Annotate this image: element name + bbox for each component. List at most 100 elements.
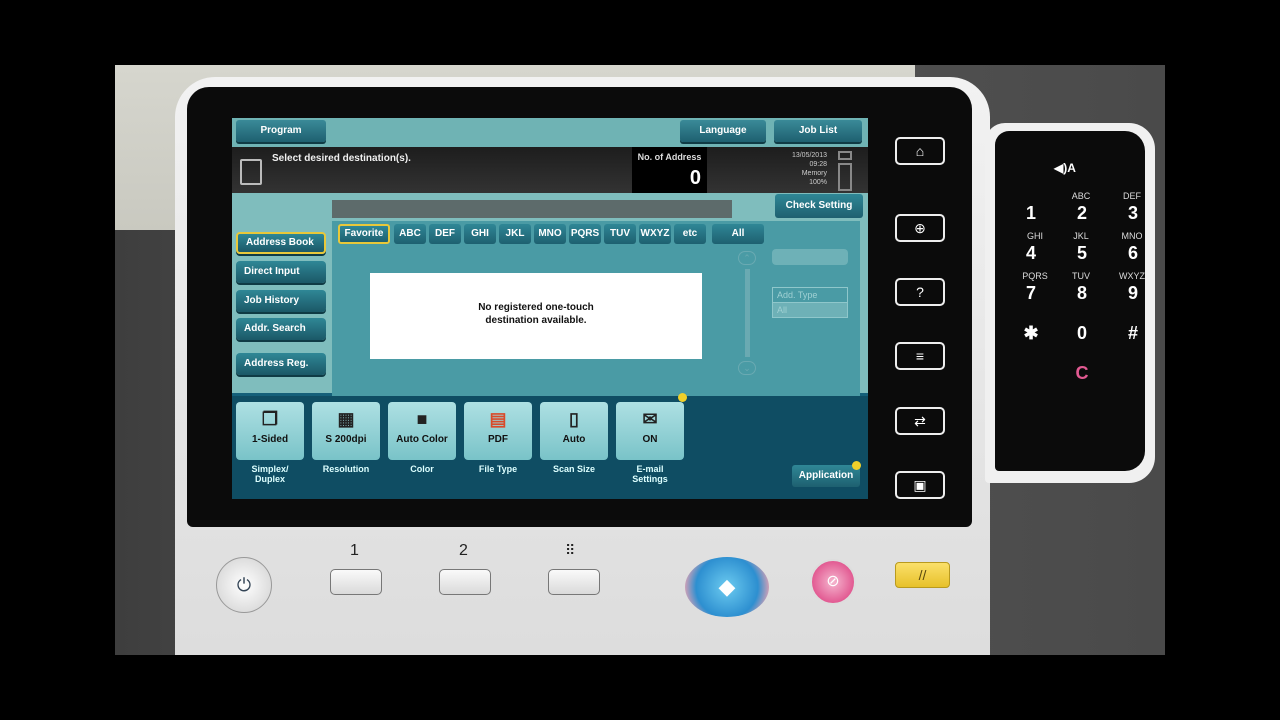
key-1[interactable]: 1 bbox=[1011, 203, 1051, 224]
document-icon bbox=[240, 159, 262, 185]
home-key[interactable]: ⌂ bbox=[895, 137, 945, 165]
tab-def[interactable]: DEF bbox=[429, 224, 461, 244]
hardware-button-row: ⏻ 1 2 ⠿ ◆ ⊘ // bbox=[175, 527, 990, 655]
application-button[interactable]: Application bbox=[792, 465, 860, 487]
key-asterisk[interactable]: ✱ bbox=[1011, 323, 1051, 344]
zoom-icon: ⊕ bbox=[914, 220, 926, 236]
job-list-button[interactable]: Job List bbox=[774, 120, 862, 142]
counter-icon: ⇄ bbox=[914, 413, 926, 429]
tab-favorite[interactable]: Favorite bbox=[338, 224, 390, 244]
addr-type-select[interactable]: All bbox=[772, 302, 848, 318]
direct-input-button[interactable]: Direct Input bbox=[236, 261, 326, 283]
language-button[interactable]: Language bbox=[680, 120, 766, 142]
key-5-letters: JKL bbox=[1073, 231, 1089, 241]
register-key-2-label: 2 bbox=[459, 542, 468, 559]
stop-icon: ⊘ bbox=[826, 573, 840, 590]
job-history-button[interactable]: Job History bbox=[236, 290, 326, 312]
addr-type-label: Add. Type bbox=[772, 287, 848, 303]
file-type-label: File Type bbox=[478, 464, 518, 474]
tab-wxyz[interactable]: WXYZ bbox=[639, 224, 671, 244]
status-readout: 13/05/2013 09:28 Memory 100% bbox=[791, 152, 827, 186]
key-9[interactable]: 9 bbox=[1113, 283, 1153, 304]
color-icon: ■ bbox=[416, 409, 428, 429]
start-button[interactable]: ◆ bbox=[685, 557, 769, 617]
scroll-down-icon[interactable]: ⌄ bbox=[738, 361, 756, 375]
resolution-label: Resolution bbox=[322, 464, 370, 474]
key-0[interactable]: 0 bbox=[1062, 323, 1102, 344]
keypad-display-key[interactable] bbox=[548, 569, 600, 595]
address-list-area: Favorite ABC DEF GHI JKL MNO PQRS TUV WX… bbox=[332, 221, 860, 396]
tab-tuv[interactable]: TUV bbox=[604, 224, 636, 244]
message-bar: Select desired destination(s). No. of Ad… bbox=[232, 147, 868, 193]
empty-notice: No registered one-touch destination avai… bbox=[370, 273, 702, 359]
key-6[interactable]: 6 bbox=[1113, 243, 1153, 264]
scan-size-icon: ▯ bbox=[569, 409, 579, 429]
zoom-key[interactable]: ⊕ bbox=[895, 214, 945, 242]
access-icon: ≡ bbox=[915, 348, 925, 364]
power-save-button[interactable]: ⏻ bbox=[216, 557, 272, 613]
scrollbar[interactable] bbox=[745, 269, 750, 357]
top-bar: Program Language Job List bbox=[232, 118, 868, 147]
register-key[interactable]: ▣ bbox=[895, 471, 945, 499]
help-key[interactable]: ? bbox=[895, 278, 945, 306]
key-hash[interactable]: # bbox=[1113, 323, 1153, 344]
duplex-icon: ❐ bbox=[261, 409, 279, 429]
view-toggle[interactable] bbox=[772, 249, 848, 265]
video-frame: Program Language Job List Select desired… bbox=[115, 65, 1165, 655]
keypad-icon: ⠿ bbox=[565, 542, 576, 558]
toner-icon bbox=[838, 151, 852, 160]
clear-key[interactable]: C bbox=[1062, 363, 1102, 384]
resolution-key[interactable]: ▦ S 200dpi bbox=[312, 402, 380, 460]
color-key[interactable]: ■ Auto Color bbox=[388, 402, 456, 460]
tab-pqrs[interactable]: PQRS bbox=[569, 224, 601, 244]
register-key-1[interactable] bbox=[330, 569, 382, 595]
home-icon: ⌂ bbox=[915, 143, 925, 159]
tab-ghi[interactable]: GHI bbox=[464, 224, 496, 244]
check-setting-button[interactable]: Check Setting bbox=[775, 194, 863, 218]
tab-abc[interactable]: ABC bbox=[394, 224, 426, 244]
simplex-duplex-key[interactable]: ❐ 1-Sided bbox=[236, 402, 304, 460]
key-6-letters: MNO bbox=[1121, 231, 1143, 241]
pdf-icon: ▤ bbox=[489, 409, 507, 429]
address-book-button[interactable]: Address Book bbox=[236, 232, 326, 254]
notification-dot bbox=[852, 461, 861, 470]
file-type-key[interactable]: ▤ PDF bbox=[464, 402, 532, 460]
key-2[interactable]: 2 bbox=[1062, 203, 1102, 224]
key-5[interactable]: 5 bbox=[1062, 243, 1102, 264]
scroll-up-icon[interactable]: ⌃ bbox=[738, 251, 756, 265]
resolution-icon: ▦ bbox=[337, 409, 355, 429]
tab-mno[interactable]: MNO bbox=[534, 224, 566, 244]
email-settings-key[interactable]: ✉ ON bbox=[616, 402, 684, 460]
key-7-letters: PQRS bbox=[1022, 271, 1048, 281]
access-key[interactable]: ≡ bbox=[895, 342, 945, 370]
sound-icon[interactable]: ◀)A bbox=[1045, 161, 1085, 175]
key-4[interactable]: 4 bbox=[1011, 243, 1051, 264]
tab-etc[interactable]: etc bbox=[674, 224, 706, 244]
power-icon: ⏻ bbox=[236, 575, 252, 595]
key-7[interactable]: 7 bbox=[1011, 283, 1051, 304]
tab-all[interactable]: All bbox=[712, 224, 764, 244]
start-icon: ◆ bbox=[718, 574, 736, 599]
program-button[interactable]: Program bbox=[236, 120, 326, 142]
function-bar: ❐ 1-Sided Simplex/Duplex ▦ S 200dpi Reso… bbox=[232, 393, 868, 499]
address-reg-button[interactable]: Address Reg. bbox=[236, 353, 326, 375]
memory-meter-icon bbox=[838, 163, 852, 191]
addr-search-button[interactable]: Addr. Search bbox=[236, 318, 326, 340]
key-3[interactable]: 3 bbox=[1113, 203, 1153, 224]
destination-field bbox=[332, 200, 732, 218]
scan-size-key[interactable]: ▯ Auto bbox=[540, 402, 608, 460]
register-icon: ▣ bbox=[913, 477, 927, 493]
key-9-letters: WXYZ bbox=[1119, 271, 1145, 281]
email-settings-label: E-mail Settings bbox=[632, 464, 668, 484]
register-key-2[interactable] bbox=[439, 569, 491, 595]
reset-button[interactable]: // bbox=[895, 562, 950, 588]
key-8[interactable]: 8 bbox=[1062, 283, 1102, 304]
color-label: Color bbox=[410, 464, 434, 474]
address-count-value: 0 bbox=[689, 167, 701, 189]
counter-key[interactable]: ⇄ bbox=[895, 407, 945, 435]
tab-jkl[interactable]: JKL bbox=[499, 224, 531, 244]
key-2-letters: ABC bbox=[1071, 191, 1091, 201]
stop-button[interactable]: ⊘ bbox=[810, 559, 856, 605]
scan-size-label: Scan Size bbox=[552, 464, 596, 474]
register-key-1-label: 1 bbox=[350, 542, 359, 559]
